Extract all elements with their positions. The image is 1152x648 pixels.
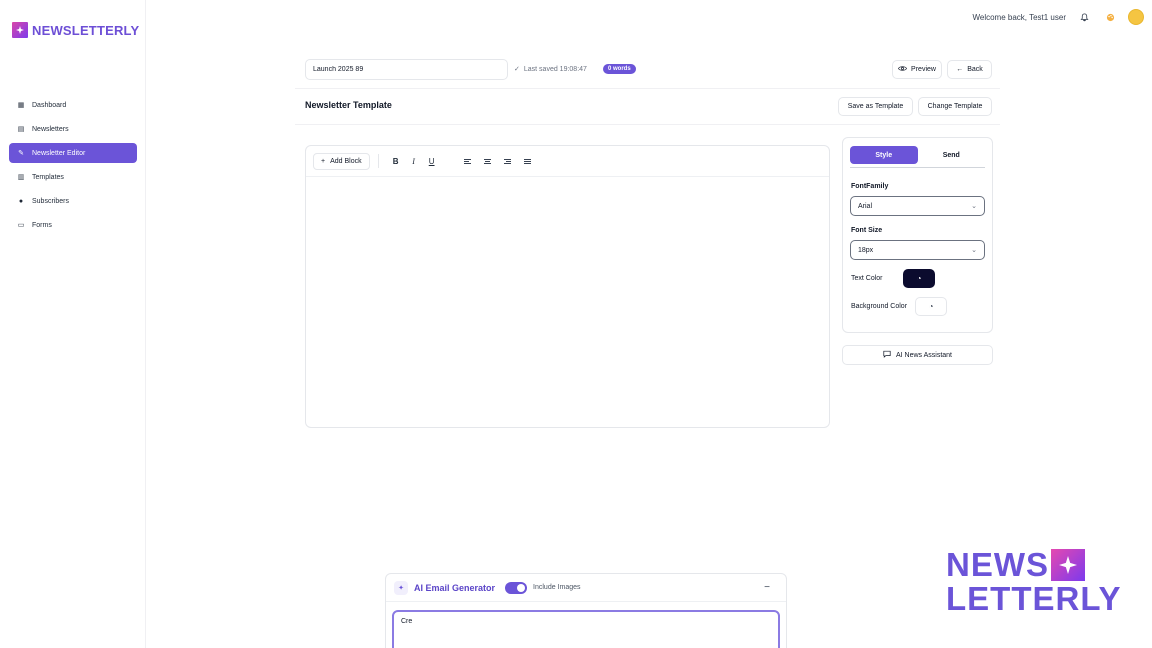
- plus-icon: +: [321, 157, 326, 165]
- app-logo[interactable]: NEWSLETTERLY: [12, 22, 139, 38]
- sidebar: NEWSLETTERLY ▦ Dashboard ▤ Newsletters ✎…: [0, 0, 146, 648]
- sidebar-item-newsletter-editor[interactable]: ✎ Newsletter Editor: [9, 143, 137, 163]
- text-color-picker[interactable]: ◔: [903, 269, 935, 288]
- underline-button[interactable]: U: [423, 157, 441, 166]
- word-count-badge: 0 words: [603, 64, 636, 74]
- tab-style[interactable]: Style: [850, 146, 918, 164]
- italic-button[interactable]: I: [405, 157, 423, 166]
- logo-text: NEWSLETTERLY: [32, 22, 140, 38]
- sidebar-item-dashboard[interactable]: ▦ Dashboard: [9, 95, 137, 115]
- bold-button[interactable]: B: [387, 157, 405, 166]
- newsletter-title-input[interactable]: [305, 59, 508, 80]
- sidebar-item-label: Forms: [32, 221, 52, 229]
- template-icon: ▥: [17, 174, 25, 181]
- editor-toolbar: + Add Block B I U: [306, 146, 829, 177]
- font-size-label: Font Size: [851, 227, 883, 234]
- style-panel: Style Send FontFamily Arial ⌄ Font Size …: [842, 137, 993, 333]
- sidebar-item-newsletters[interactable]: ▤ Newsletters: [9, 119, 137, 139]
- ai-email-generator: ✦ AI Email Generator Include Images − Cr…: [385, 573, 787, 648]
- font-size-select[interactable]: 18px ⌄: [850, 240, 985, 260]
- ai-generator-title: AI Email Generator: [414, 582, 496, 593]
- align-right-icon[interactable]: [498, 158, 518, 164]
- newsletter-editor: + Add Block B I U: [305, 145, 830, 428]
- sidebar-item-label: Dashboard: [32, 101, 67, 109]
- sidebar-item-label: Newsletters: [32, 125, 69, 133]
- sidebar-item-label: Subscribers: [32, 197, 69, 205]
- editor-canvas[interactable]: [306, 177, 829, 427]
- font-family-select[interactable]: Arial ⌄: [850, 196, 985, 216]
- ai-generator-header: ✦ AI Email Generator Include Images: [386, 574, 786, 602]
- sidebar-item-templates[interactable]: ▥ Templates: [9, 167, 137, 187]
- align-left-icon[interactable]: [458, 158, 478, 164]
- tab-send[interactable]: Send: [918, 146, 986, 164]
- toolbar-separator: [449, 154, 450, 168]
- ai-prompt-input[interactable]: Cre: [392, 610, 780, 648]
- eye-icon: [898, 65, 908, 74]
- collapse-icon[interactable]: −: [764, 582, 770, 593]
- logo-mark-icon: [12, 22, 28, 38]
- align-justify-icon[interactable]: [518, 158, 538, 164]
- form-icon: ▭: [17, 222, 25, 229]
- palette-icon: ◔: [916, 274, 922, 283]
- style-send-tabs: Style Send: [850, 146, 985, 168]
- preview-label: Preview: [911, 66, 936, 73]
- watermark-text-2: LETTERLY: [946, 580, 1122, 617]
- logo-mark-icon: [1051, 549, 1085, 581]
- sparkle-icon: ✦: [394, 580, 408, 595]
- welcome-text: Welcome back, Test1 user: [972, 12, 1066, 22]
- last-saved-text: Last saved 19:08:47: [523, 65, 587, 73]
- dashboard-icon: ▦: [17, 102, 25, 109]
- palette-icon: ◔: [928, 302, 934, 311]
- background-color-label: Background Color: [851, 303, 908, 310]
- arrow-left-icon: ←: [956, 66, 964, 73]
- back-label: Back: [967, 66, 983, 73]
- users-icon: ●: [18, 197, 24, 205]
- document-icon: ▤: [17, 126, 25, 133]
- edit-icon: ✎: [18, 150, 24, 157]
- sidebar-item-label: Templates: [32, 173, 64, 181]
- save-as-template-label: Save as Template: [847, 103, 904, 110]
- sidebar-item-subscribers[interactable]: ● Subscribers: [9, 191, 137, 211]
- header-divider: [295, 88, 1000, 89]
- font-size-value: 18px: [858, 246, 874, 254]
- include-images-label: Include Images: [533, 584, 581, 591]
- template-divider: [295, 124, 1000, 125]
- include-images-toggle[interactable]: [505, 581, 528, 594]
- add-block-label: Add Block: [330, 157, 362, 165]
- last-saved-status: ✓ Last saved 19:08:47: [514, 65, 587, 74]
- page-title: Newsletter Template: [305, 100, 392, 110]
- change-template-button[interactable]: Change Template: [918, 97, 992, 116]
- bell-icon[interactable]: [1076, 9, 1092, 25]
- align-center-icon[interactable]: [478, 158, 498, 164]
- font-family-value: Arial: [858, 202, 873, 210]
- chevron-down-icon: ⌄: [971, 247, 977, 254]
- back-button[interactable]: ← Back: [947, 60, 992, 79]
- font-family-label: FontFamily: [851, 183, 889, 190]
- ai-news-assistant-button[interactable]: AI News Assistant: [842, 345, 993, 365]
- text-color-label: Text Color: [851, 275, 883, 282]
- watermark-line-1: NEWS: [946, 548, 1096, 582]
- background-color-picker[interactable]: ◔: [915, 297, 947, 316]
- avatar[interactable]: [1128, 9, 1144, 25]
- check-icon: ✓: [514, 66, 520, 73]
- sidebar-nav: ▦ Dashboard ▤ Newsletters ✎ Newsletter E…: [9, 95, 137, 239]
- chevron-down-icon: ⌄: [971, 203, 977, 210]
- watermark-line-2: LETTERLY: [946, 582, 1120, 616]
- header-user-area: Welcome back, Test1 user: [972, 9, 1144, 25]
- add-block-button[interactable]: + Add Block: [313, 152, 370, 170]
- sidebar-item-label: Newsletter Editor: [32, 149, 86, 157]
- change-template-label: Change Template: [927, 103, 983, 110]
- ai-news-label: AI News Assistant: [895, 351, 953, 359]
- toolbar-separator: [377, 154, 379, 168]
- palette-icon[interactable]: [1102, 9, 1118, 25]
- preview-button[interactable]: Preview: [892, 60, 942, 79]
- sidebar-item-forms[interactable]: ▭ Forms: [9, 215, 137, 235]
- save-as-template-button[interactable]: Save as Template: [838, 97, 913, 116]
- message-icon: [883, 350, 891, 360]
- watermark-text-1: NEWS: [946, 546, 1049, 583]
- newsletterly-watermark: NEWS LETTERLY: [946, 548, 1120, 616]
